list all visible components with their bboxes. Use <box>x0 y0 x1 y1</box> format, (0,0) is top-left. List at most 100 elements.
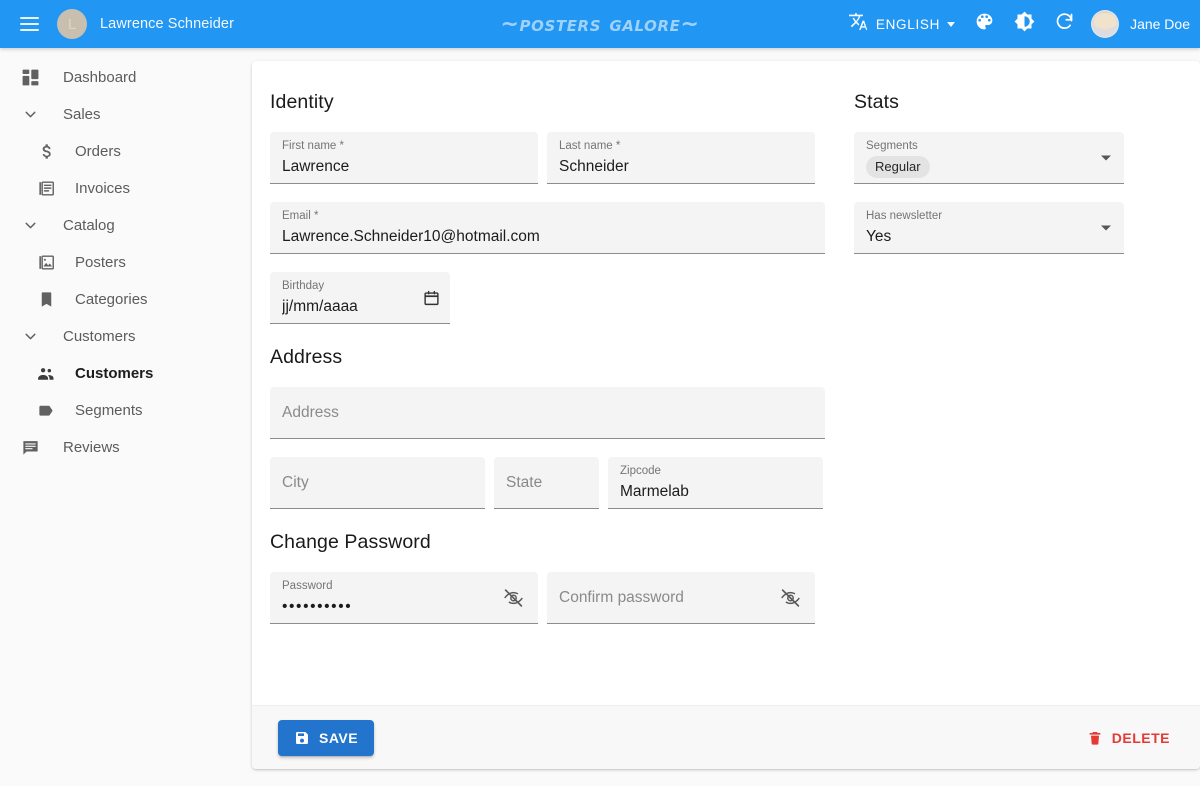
segments-row: Segments Regular <box>854 132 1154 184</box>
newsletter-select[interactable]: Has newsletter Yes <box>854 202 1124 254</box>
zipcode-label: Zipcode <box>620 464 811 478</box>
form-toolbar: SAVE DELETE <box>252 705 1200 769</box>
calendar-icon[interactable] <box>423 289 440 306</box>
birthday-row: Birthday jj/mm/aaaa <box>270 272 840 324</box>
delete-button[interactable]: DELETE <box>1079 720 1178 756</box>
save-button[interactable]: SAVE <box>278 720 374 756</box>
sidebar-item-posters[interactable]: Posters <box>0 244 240 281</box>
refresh-button[interactable] <box>1045 5 1083 43</box>
palette-icon <box>974 11 995 37</box>
form-right-column: Stats Segments Regular Has newsletter Ye… <box>854 91 1154 642</box>
confirm-password-placeholder: Confirm password <box>559 586 684 610</box>
language-label: ENGLISH <box>876 17 940 32</box>
avatar: L <box>57 9 87 39</box>
sidebar-item-label: Dashboard <box>63 69 136 86</box>
sidebar-item-orders[interactable]: Orders <box>0 133 240 170</box>
tag-icon <box>34 399 58 423</box>
address-section-title: Address <box>270 346 840 369</box>
sidebar-item-label: Customers <box>75 365 153 382</box>
newsletter-label: Has newsletter <box>866 209 1112 223</box>
email-field[interactable]: Email * Lawrence.Schneider10@hotmail.com <box>270 202 825 254</box>
eye-off-icon[interactable] <box>780 587 801 608</box>
refresh-icon <box>1054 11 1075 37</box>
account-name-label: Jane Doe <box>1130 16 1190 32</box>
sidebar-item-segments[interactable]: Segments <box>0 392 240 429</box>
email-row: Email * Lawrence.Schneider10@hotmail.com <box>270 202 840 254</box>
chevron-down-icon <box>18 325 42 349</box>
email-value: Lawrence.Schneider10@hotmail.com <box>282 225 813 249</box>
sidebar-item-label: Customers <box>63 328 136 345</box>
bookmark-icon <box>34 288 58 312</box>
sidebar-item-dashboard[interactable]: Dashboard <box>0 59 240 96</box>
trash-icon <box>1087 730 1103 746</box>
brightness-icon <box>1014 11 1035 37</box>
sidebar: Dashboard Sales Orders Invoices Catalo <box>0 48 240 786</box>
eye-off-icon[interactable] <box>503 587 524 608</box>
language-selector[interactable]: ENGLISH <box>840 5 963 43</box>
sidebar-item-reviews[interactable]: Reviews <box>0 429 240 466</box>
save-icon <box>294 730 310 746</box>
invoice-icon <box>34 177 58 201</box>
save-button-label: SAVE <box>319 730 358 746</box>
dark-mode-button[interactable] <box>1005 5 1043 43</box>
theme-button[interactable] <box>965 5 1003 43</box>
state-placeholder: State <box>506 471 542 495</box>
user-photo-avatar[interactable] <box>1091 10 1119 38</box>
password-row: Password •••••••••• Confirm password <box>270 572 840 624</box>
people-icon <box>34 362 58 386</box>
stats-section-title: Stats <box>854 91 1154 114</box>
app-bar: L Lawrence Schneider ~Posters Galore~ EN… <box>0 0 1200 48</box>
record-title: Lawrence Schneider <box>100 16 234 32</box>
sidebar-group-customers[interactable]: Customers <box>0 318 240 355</box>
segment-chip[interactable]: Regular <box>866 156 930 178</box>
password-section-title: Change Password <box>270 531 840 554</box>
app-bar-left: L Lawrence Schneider <box>0 5 234 43</box>
zipcode-field[interactable]: Zipcode Marmelab <box>608 457 823 509</box>
sidebar-item-label: Reviews <box>63 439 120 456</box>
state-field[interactable]: State <box>494 457 599 509</box>
password-field[interactable]: Password •••••••••• <box>270 572 538 624</box>
zipcode-value: Marmelab <box>620 480 811 504</box>
hamburger-menu-icon <box>20 17 39 31</box>
sidebar-item-label: Invoices <box>75 180 130 197</box>
newsletter-value: Yes <box>866 225 1112 249</box>
delete-button-label: DELETE <box>1112 730 1170 746</box>
sidebar-item-label: Sales <box>63 106 101 123</box>
birthday-field[interactable]: Birthday jj/mm/aaaa <box>270 272 450 324</box>
city-placeholder: City <box>282 471 309 495</box>
app-bar-right: ENGLISH <box>840 5 1200 43</box>
street-row: Address <box>270 387 840 439</box>
sidebar-item-categories[interactable]: Categories <box>0 281 240 318</box>
avatar-initial-label: L <box>68 16 76 33</box>
chevron-down-icon <box>18 103 42 127</box>
confirm-password-field[interactable]: Confirm password <box>547 572 815 624</box>
address-field[interactable]: Address <box>270 387 825 439</box>
sidebar-item-invoices[interactable]: Invoices <box>0 170 240 207</box>
birthday-label: Birthday <box>282 279 438 293</box>
dropdown-arrow-icon[interactable] <box>1101 155 1111 160</box>
last-name-value: Schneider <box>559 155 803 179</box>
form-body: Identity First name * Lawrence Last name… <box>252 61 1200 642</box>
segments-label: Segments <box>866 139 1112 153</box>
segments-select[interactable]: Segments Regular <box>854 132 1124 184</box>
identity-section-title: Identity <box>270 91 840 114</box>
city-field[interactable]: City <box>270 457 485 509</box>
birthday-value: jj/mm/aaaa <box>282 295 438 319</box>
first-name-field[interactable]: First name * Lawrence <box>270 132 538 184</box>
sidebar-group-sales[interactable]: Sales <box>0 96 240 133</box>
city-state-zip-row: City State Zipcode Marmelab <box>270 457 840 509</box>
dropdown-arrow-icon[interactable] <box>1101 225 1111 230</box>
sidebar-group-catalog[interactable]: Catalog <box>0 207 240 244</box>
menu-toggle-button[interactable] <box>10 5 48 43</box>
chevron-down-icon <box>18 214 42 238</box>
comment-icon <box>18 436 42 460</box>
email-label: Email * <box>282 209 813 223</box>
last-name-field[interactable]: Last name * Schneider <box>547 132 815 184</box>
password-value: •••••••••• <box>282 595 526 619</box>
translate-icon <box>848 11 869 37</box>
brand-title: ~Posters Galore~ <box>501 12 700 37</box>
address-placeholder: Address <box>282 401 339 425</box>
dashboard-icon <box>18 66 42 90</box>
sidebar-item-customers[interactable]: Customers <box>0 355 240 392</box>
form-left-column: Identity First name * Lawrence Last name… <box>270 91 840 642</box>
